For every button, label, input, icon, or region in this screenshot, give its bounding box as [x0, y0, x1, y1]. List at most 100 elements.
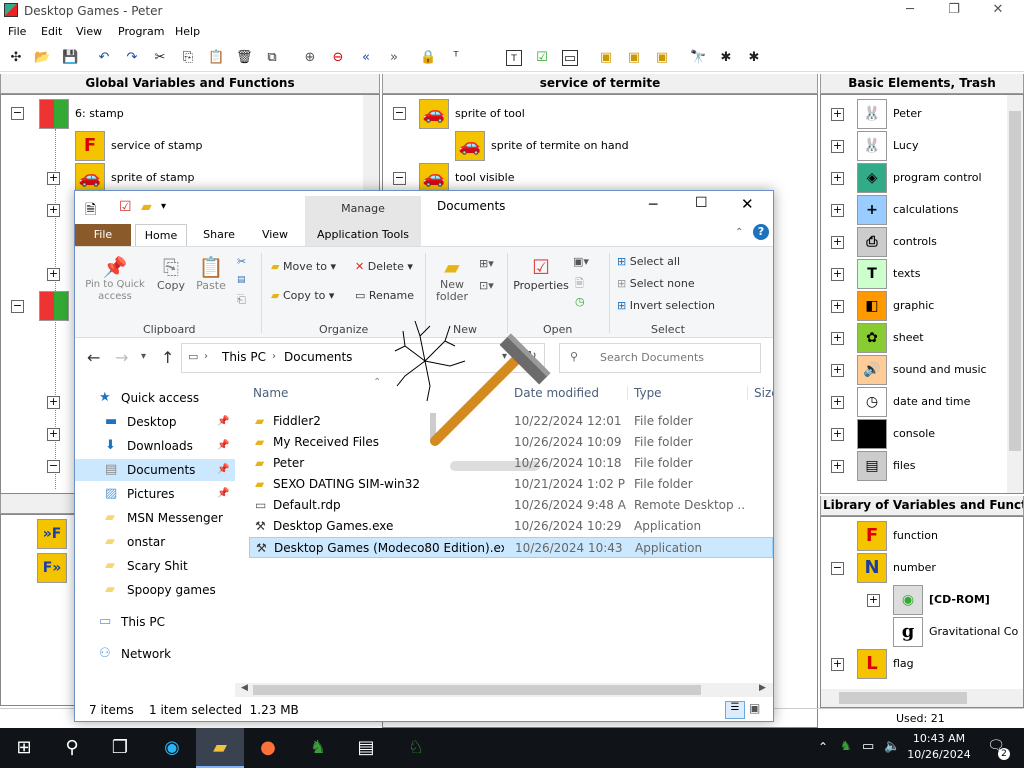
easy-access-icon[interactable]: ⊡▾ [479, 279, 494, 292]
move-to-button[interactable]: ▰ Move to ▾ [271, 260, 336, 273]
nav-item[interactable]: ▬ Desktop 📌 [75, 411, 235, 433]
new-item-icon[interactable]: ⊞▾ [479, 257, 494, 270]
collapse-toggle[interactable]: − [11, 300, 24, 313]
file-row[interactable]: ⚒ Desktop Games.exe 10/26/2024 10:29 ... Ap… [249, 516, 773, 537]
cut-icon[interactable]: ✂ [237, 255, 246, 268]
tree-node-label[interactable]: Gravitational Co [929, 617, 1018, 647]
menu-file[interactable]: File [8, 25, 26, 38]
expand-toggle[interactable]: + [831, 364, 844, 377]
collapse-toggle[interactable]: − [393, 107, 406, 120]
tree-node-label[interactable]: flag [893, 649, 914, 679]
nav-item[interactable]: ▰ MSN Messenger [75, 507, 235, 529]
network-icon[interactable]: ▭ [862, 739, 874, 754]
expand-toggle[interactable]: + [867, 594, 880, 607]
column-type[interactable]: Type [627, 386, 662, 400]
duplicate-icon[interactable]: ⧉ [264, 50, 280, 66]
paste-icon[interactable]: 📋 [208, 50, 224, 66]
category-label[interactable]: console [893, 419, 935, 449]
menu-help[interactable]: Help [175, 25, 200, 38]
windows-start-icon[interactable]: ⊞ [0, 728, 48, 768]
collapse-toggle[interactable]: − [831, 562, 844, 575]
task-view-icon[interactable]: ❐ [96, 728, 144, 768]
history-icon[interactable]: ◷ [575, 295, 585, 308]
properties-button[interactable]: ☑ Properties [513, 255, 569, 292]
copy-to-button[interactable]: ▰ Copy to ▾ [271, 289, 334, 302]
expand-toggle[interactable]: + [831, 268, 844, 281]
scroll-left-icon[interactable]: ◀ [241, 683, 248, 693]
paste-shortcut-icon[interactable]: ⎗ [237, 293, 246, 307]
new-folder-quick-icon[interactable]: ▰ [141, 199, 152, 215]
expand-toggle[interactable]: + [831, 236, 844, 249]
tree-node-label[interactable]: sprite of tool [455, 99, 525, 129]
help-icon[interactable]: ? [753, 224, 769, 240]
tree-node-label[interactable]: sprite of termite on hand [491, 131, 629, 161]
file-row[interactable]: ▰ SEXO DATING SIM-win32 10/21/2024 1:02 PM… [249, 474, 773, 495]
nav-item[interactable]: ▭ This PC [75, 611, 235, 633]
nav-item[interactable]: ▰ Spoopy games [75, 579, 235, 601]
horizontal-scrollbar[interactable]: ◀ ▶ [235, 683, 773, 697]
checkmark-quick-icon[interactable]: ☑ [119, 199, 132, 215]
nav-item[interactable]: ⚇ Network [75, 643, 235, 665]
lock-star-icon[interactable]: ▣ [654, 50, 670, 66]
vertical-scrollbar[interactable] [1007, 95, 1023, 493]
tree-node-label[interactable]: service of stamp [111, 131, 202, 161]
properties-quick-icon[interactable]: 🗎 [85, 199, 96, 223]
category-label[interactable]: texts [893, 259, 920, 289]
lock-icon[interactable]: 🔒 [420, 50, 436, 66]
category-label[interactable]: sheet [893, 323, 924, 353]
lock-open-icon[interactable]: ▣ [626, 50, 642, 66]
save-icon[interactable]: 💾 [62, 50, 78, 66]
back-icon[interactable]: « [358, 50, 374, 66]
nav-item[interactable]: ▤ Documents 📌 [75, 459, 235, 481]
clock[interactable]: 10:43 AM 10/26/2024 [906, 731, 972, 763]
find-icon[interactable]: 🔭 [690, 50, 706, 66]
find-next-icon[interactable]: ✱ [746, 50, 762, 66]
expand-toggle[interactable]: + [47, 268, 60, 281]
details-view-icon[interactable]: ☰ [725, 701, 745, 719]
back-arrow-icon[interactable]: ← [87, 348, 100, 367]
category-label[interactable]: program control [893, 163, 982, 193]
up-arrow-icon[interactable]: ↑ [161, 348, 174, 367]
notepad-icon[interactable]: ▤ [342, 728, 390, 768]
breadcrumb-documents[interactable]: Documents [284, 350, 352, 364]
invert-selection-button[interactable]: ⊞ Invert selection [617, 299, 715, 312]
menu-program[interactable]: Program [118, 25, 164, 38]
close-button[interactable]: ✕ [978, 2, 1018, 20]
delete-icon[interactable]: 🗑 [236, 50, 253, 66]
breadcrumb-this-pc[interactable]: This PC [222, 350, 266, 364]
recent-dropdown-icon[interactable]: ▾ [141, 351, 146, 362]
expand-toggle[interactable]: + [831, 332, 844, 345]
zoom-in-icon[interactable]: ⊕ [302, 50, 318, 66]
category-label[interactable]: Peter [893, 99, 922, 129]
expand-toggle[interactable]: + [831, 140, 844, 153]
edge-icon[interactable]: ◉ [148, 728, 196, 768]
window-icon[interactable]: ▭ [562, 50, 578, 66]
select-all-button[interactable]: ⊞ Select all [617, 255, 680, 268]
file-row[interactable]: ▰ Fiddler2 10/22/2024 12:01 ... File folder [249, 411, 773, 432]
nav-item[interactable]: ★ Quick access [75, 387, 235, 409]
lock-yellow-icon[interactable]: ▣ [598, 50, 614, 66]
expand-toggle[interactable]: + [47, 172, 60, 185]
collapse-toggle[interactable]: − [393, 172, 406, 185]
paste-button[interactable]: 📋 Paste [193, 255, 229, 292]
expand-toggle[interactable]: + [831, 658, 844, 671]
rename-button[interactable]: ▭ Rename [355, 289, 414, 302]
tree-node-label[interactable]: function [893, 521, 938, 551]
maximize-button[interactable]: ☐ [695, 195, 708, 211]
category-label[interactable]: files [893, 451, 915, 481]
customize-arrow-icon[interactable]: ▾ [161, 201, 166, 212]
text-icon[interactable]: ᵀ [448, 50, 464, 66]
column-size[interactable]: Size [747, 386, 773, 400]
expand-toggle[interactable]: + [831, 300, 844, 313]
scroll-thumb[interactable] [253, 685, 701, 695]
minimize-button[interactable]: ─ [649, 197, 657, 213]
nav-item[interactable]: ▨ Pictures 📌 [75, 483, 235, 505]
tab-file[interactable]: File [75, 224, 131, 246]
file-explorer-icon[interactable]: ▰ [196, 728, 244, 768]
file-row[interactable]: ▭ Default.rdp 10/26/2024 9:48 AM Remote Des… [249, 495, 773, 516]
tray-app-icon[interactable]: ♞ [840, 739, 852, 754]
zoom-out-icon[interactable]: ⊖ [330, 50, 346, 66]
large-icons-view-icon[interactable]: ▣ [749, 701, 760, 715]
column-name[interactable]: Name [253, 386, 288, 400]
file-row[interactable]: ▰ My Received Files 10/26/2024 10:09 ... Fi… [249, 432, 773, 453]
